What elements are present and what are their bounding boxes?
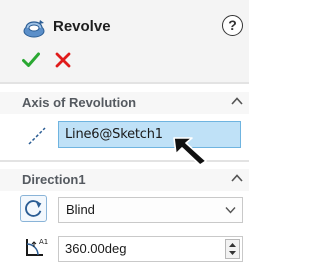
chevron-up-icon[interactable] bbox=[230, 94, 244, 108]
section-title: Axis of Revolution bbox=[22, 95, 137, 110]
end-condition-select[interactable]: Blind bbox=[58, 197, 243, 223]
cancel-button[interactable] bbox=[55, 52, 71, 68]
divider bbox=[0, 82, 249, 84]
angle-spinner bbox=[225, 239, 240, 259]
angle-value: 360.00deg bbox=[65, 241, 127, 256]
section-title: Direction1 bbox=[22, 172, 86, 187]
axis-of-revolution-header[interactable]: Axis of Revolution bbox=[0, 92, 249, 114]
axis-line-icon bbox=[28, 127, 46, 145]
mouse-pointer-icon bbox=[173, 137, 207, 166]
help-icon[interactable]: ? bbox=[222, 15, 243, 36]
angle-input[interactable]: 360.00deg bbox=[58, 236, 243, 262]
spin-up-button[interactable] bbox=[226, 240, 239, 249]
feature-header: Revolve ? bbox=[0, 0, 249, 82]
reverse-direction-icon[interactable] bbox=[20, 195, 47, 222]
end-condition-value: Blind bbox=[66, 202, 95, 217]
revolve-icon bbox=[23, 20, 45, 38]
chevron-down-icon bbox=[225, 207, 236, 214]
spin-down-button[interactable] bbox=[226, 249, 239, 258]
feature-title: Revolve bbox=[53, 18, 111, 35]
direction1-header[interactable]: Direction1 bbox=[0, 169, 249, 191]
angle-icon: A1 bbox=[26, 238, 48, 256]
svg-text:A1: A1 bbox=[39, 238, 48, 246]
axis-selection-field[interactable]: Line6@Sketch1 bbox=[58, 121, 241, 148]
chevron-up-icon[interactable] bbox=[230, 171, 244, 185]
property-manager-panel: Revolve ? Axis of Revolution Line6@Sketc… bbox=[0, 0, 249, 274]
ok-button[interactable] bbox=[22, 52, 40, 68]
